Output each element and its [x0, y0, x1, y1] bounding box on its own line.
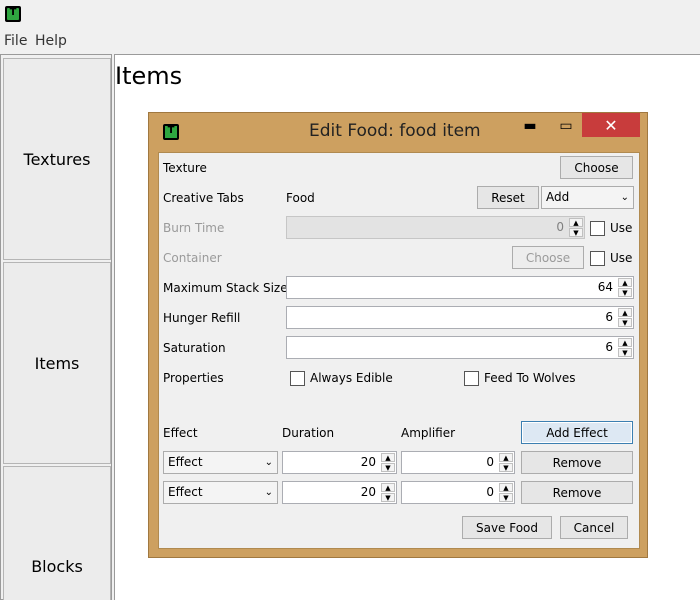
hunger-refill-field[interactable]: 6 ▲ ▼ — [286, 306, 634, 329]
feed-to-wolves-label: Feed To Wolves — [484, 371, 576, 385]
sidebar-item-label: Items — [34, 353, 80, 373]
spin-down-icon: ▼ — [569, 228, 583, 237]
amplifier-field[interactable]: 0 ▲ ▼ — [401, 451, 515, 474]
effect-column-header: Effect — [163, 426, 198, 440]
spin-down-icon[interactable]: ▼ — [381, 463, 395, 472]
burn-time-value: 0 — [556, 220, 564, 234]
always-edible-checkbox[interactable] — [290, 371, 305, 386]
amplifier-value: 0 — [486, 485, 494, 499]
container-label: Container — [163, 251, 222, 265]
saturation-label: Saturation — [163, 341, 226, 355]
sidebar-item-blocks[interactable]: Blocks — [3, 466, 111, 600]
spin-down-icon[interactable]: ▼ — [618, 288, 632, 297]
spin-down-icon[interactable]: ▼ — [499, 493, 513, 502]
creative-tabs-label: Creative Tabs — [163, 191, 244, 205]
saturation-value: 6 — [605, 340, 613, 354]
amplifier-stepper[interactable]: ▲ ▼ — [499, 453, 513, 472]
saturation-stepper[interactable]: ▲ ▼ — [618, 338, 632, 357]
burn-time-stepper: ▲ ▼ — [569, 218, 583, 237]
minimize-icon[interactable]: ▬ — [517, 115, 543, 137]
amplifier-field[interactable]: 0 ▲ ▼ — [401, 481, 515, 504]
burn-time-field: 0 ▲ ▼ — [286, 216, 585, 239]
edit-food-dialog: Edit Food: food item ▬ ▭ ✕ Texture Choos… — [148, 112, 648, 558]
spin-up-icon[interactable]: ▲ — [381, 483, 395, 492]
creative-tabs-value: Food — [286, 191, 315, 205]
duration-column-header: Duration — [282, 426, 335, 440]
hunger-refill-value: 6 — [605, 310, 613, 324]
texture-choose-button[interactable]: Choose — [560, 156, 633, 179]
duration-stepper[interactable]: ▲ ▼ — [381, 453, 395, 472]
sidebar-item-label: Blocks — [31, 556, 83, 576]
spin-up-icon[interactable]: ▲ — [618, 308, 632, 317]
effect-select[interactable]: Effect ⌄ — [163, 481, 278, 504]
duration-field[interactable]: 20 ▲ ▼ — [282, 451, 397, 474]
spin-up-icon[interactable]: ▲ — [499, 453, 513, 462]
menubar: File Help — [0, 30, 700, 52]
effect-select[interactable]: Effect ⌄ — [163, 451, 278, 474]
spin-down-icon[interactable]: ▼ — [618, 348, 632, 357]
container-use-checkbox[interactable] — [590, 251, 605, 266]
spin-up-icon[interactable]: ▲ — [381, 453, 395, 462]
maximize-icon[interactable]: ▭ — [553, 115, 579, 137]
sidebar-item-textures[interactable]: Textures — [3, 58, 111, 260]
close-icon[interactable]: ✕ — [582, 113, 640, 137]
remove-effect-button[interactable]: Remove — [521, 481, 633, 504]
burn-time-use-checkbox[interactable] — [590, 221, 605, 236]
max-stack-value: 64 — [597, 280, 613, 294]
save-food-button[interactable]: Save Food — [462, 516, 552, 539]
creative-tabs-add-value: Add — [546, 190, 570, 204]
spin-up-icon: ▲ — [569, 218, 583, 227]
texture-label: Texture — [163, 161, 207, 175]
hunger-refill-stepper[interactable]: ▲ ▼ — [618, 308, 632, 327]
effect-select-value: Effect — [168, 455, 203, 469]
duration-value: 20 — [360, 455, 376, 469]
amplifier-column-header: Amplifier — [401, 426, 456, 440]
amplifier-stepper[interactable]: ▲ ▼ — [499, 483, 513, 502]
cancel-button[interactable]: Cancel — [560, 516, 628, 539]
max-stack-stepper[interactable]: ▲ ▼ — [618, 278, 632, 297]
container-use-label: Use — [610, 251, 633, 265]
chevron-down-icon: ⌄ — [264, 487, 273, 498]
always-edible-label: Always Edible — [310, 371, 393, 385]
add-effect-button[interactable]: Add Effect — [521, 421, 633, 444]
creative-tabs-reset-button[interactable]: Reset — [477, 186, 539, 209]
effect-select-value: Effect — [168, 485, 203, 499]
spin-down-icon[interactable]: ▼ — [618, 318, 632, 327]
feed-to-wolves-checkbox[interactable] — [464, 371, 479, 386]
spin-down-icon[interactable]: ▼ — [499, 463, 513, 472]
sidebar-item-items[interactable]: Items — [3, 262, 111, 464]
spin-up-icon[interactable]: ▲ — [618, 278, 632, 287]
burn-time-label: Burn Time — [163, 221, 225, 235]
spin-up-icon[interactable]: ▲ — [618, 338, 632, 347]
duration-stepper[interactable]: ▲ ▼ — [381, 483, 395, 502]
app-logo-icon — [5, 6, 21, 22]
app-titlebar — [0, 0, 700, 30]
chevron-down-icon: ⌄ — [264, 457, 273, 468]
sidebar: Textures Items Blocks — [0, 54, 112, 600]
dialog-logo-icon — [163, 124, 179, 140]
max-stack-label: Maximum Stack Size — [163, 281, 288, 295]
saturation-field[interactable]: 6 ▲ ▼ — [286, 336, 634, 359]
menu-help[interactable]: Help — [35, 33, 67, 49]
dialog-title: Edit Food: food item — [309, 121, 481, 141]
duration-field[interactable]: 20 ▲ ▼ — [282, 481, 397, 504]
spin-down-icon[interactable]: ▼ — [381, 493, 395, 502]
spin-up-icon[interactable]: ▲ — [499, 483, 513, 492]
hunger-refill-label: Hunger Refill — [163, 311, 241, 325]
creative-tabs-add-select[interactable]: Add ⌄ — [541, 186, 634, 209]
menu-file[interactable]: File — [4, 33, 27, 49]
remove-effect-button[interactable]: Remove — [521, 451, 633, 474]
duration-value: 20 — [360, 485, 376, 499]
dialog-body: Texture Choose Creative Tabs Food Reset … — [158, 152, 640, 549]
burn-time-use-label: Use — [610, 221, 633, 235]
properties-label: Properties — [163, 371, 224, 385]
sidebar-item-label: Textures — [23, 149, 91, 169]
page-title: Items — [115, 62, 183, 90]
container-choose-button[interactable]: Choose — [512, 246, 584, 269]
max-stack-field[interactable]: 64 ▲ ▼ — [286, 276, 634, 299]
amplifier-value: 0 — [486, 455, 494, 469]
chevron-down-icon: ⌄ — [620, 192, 629, 203]
